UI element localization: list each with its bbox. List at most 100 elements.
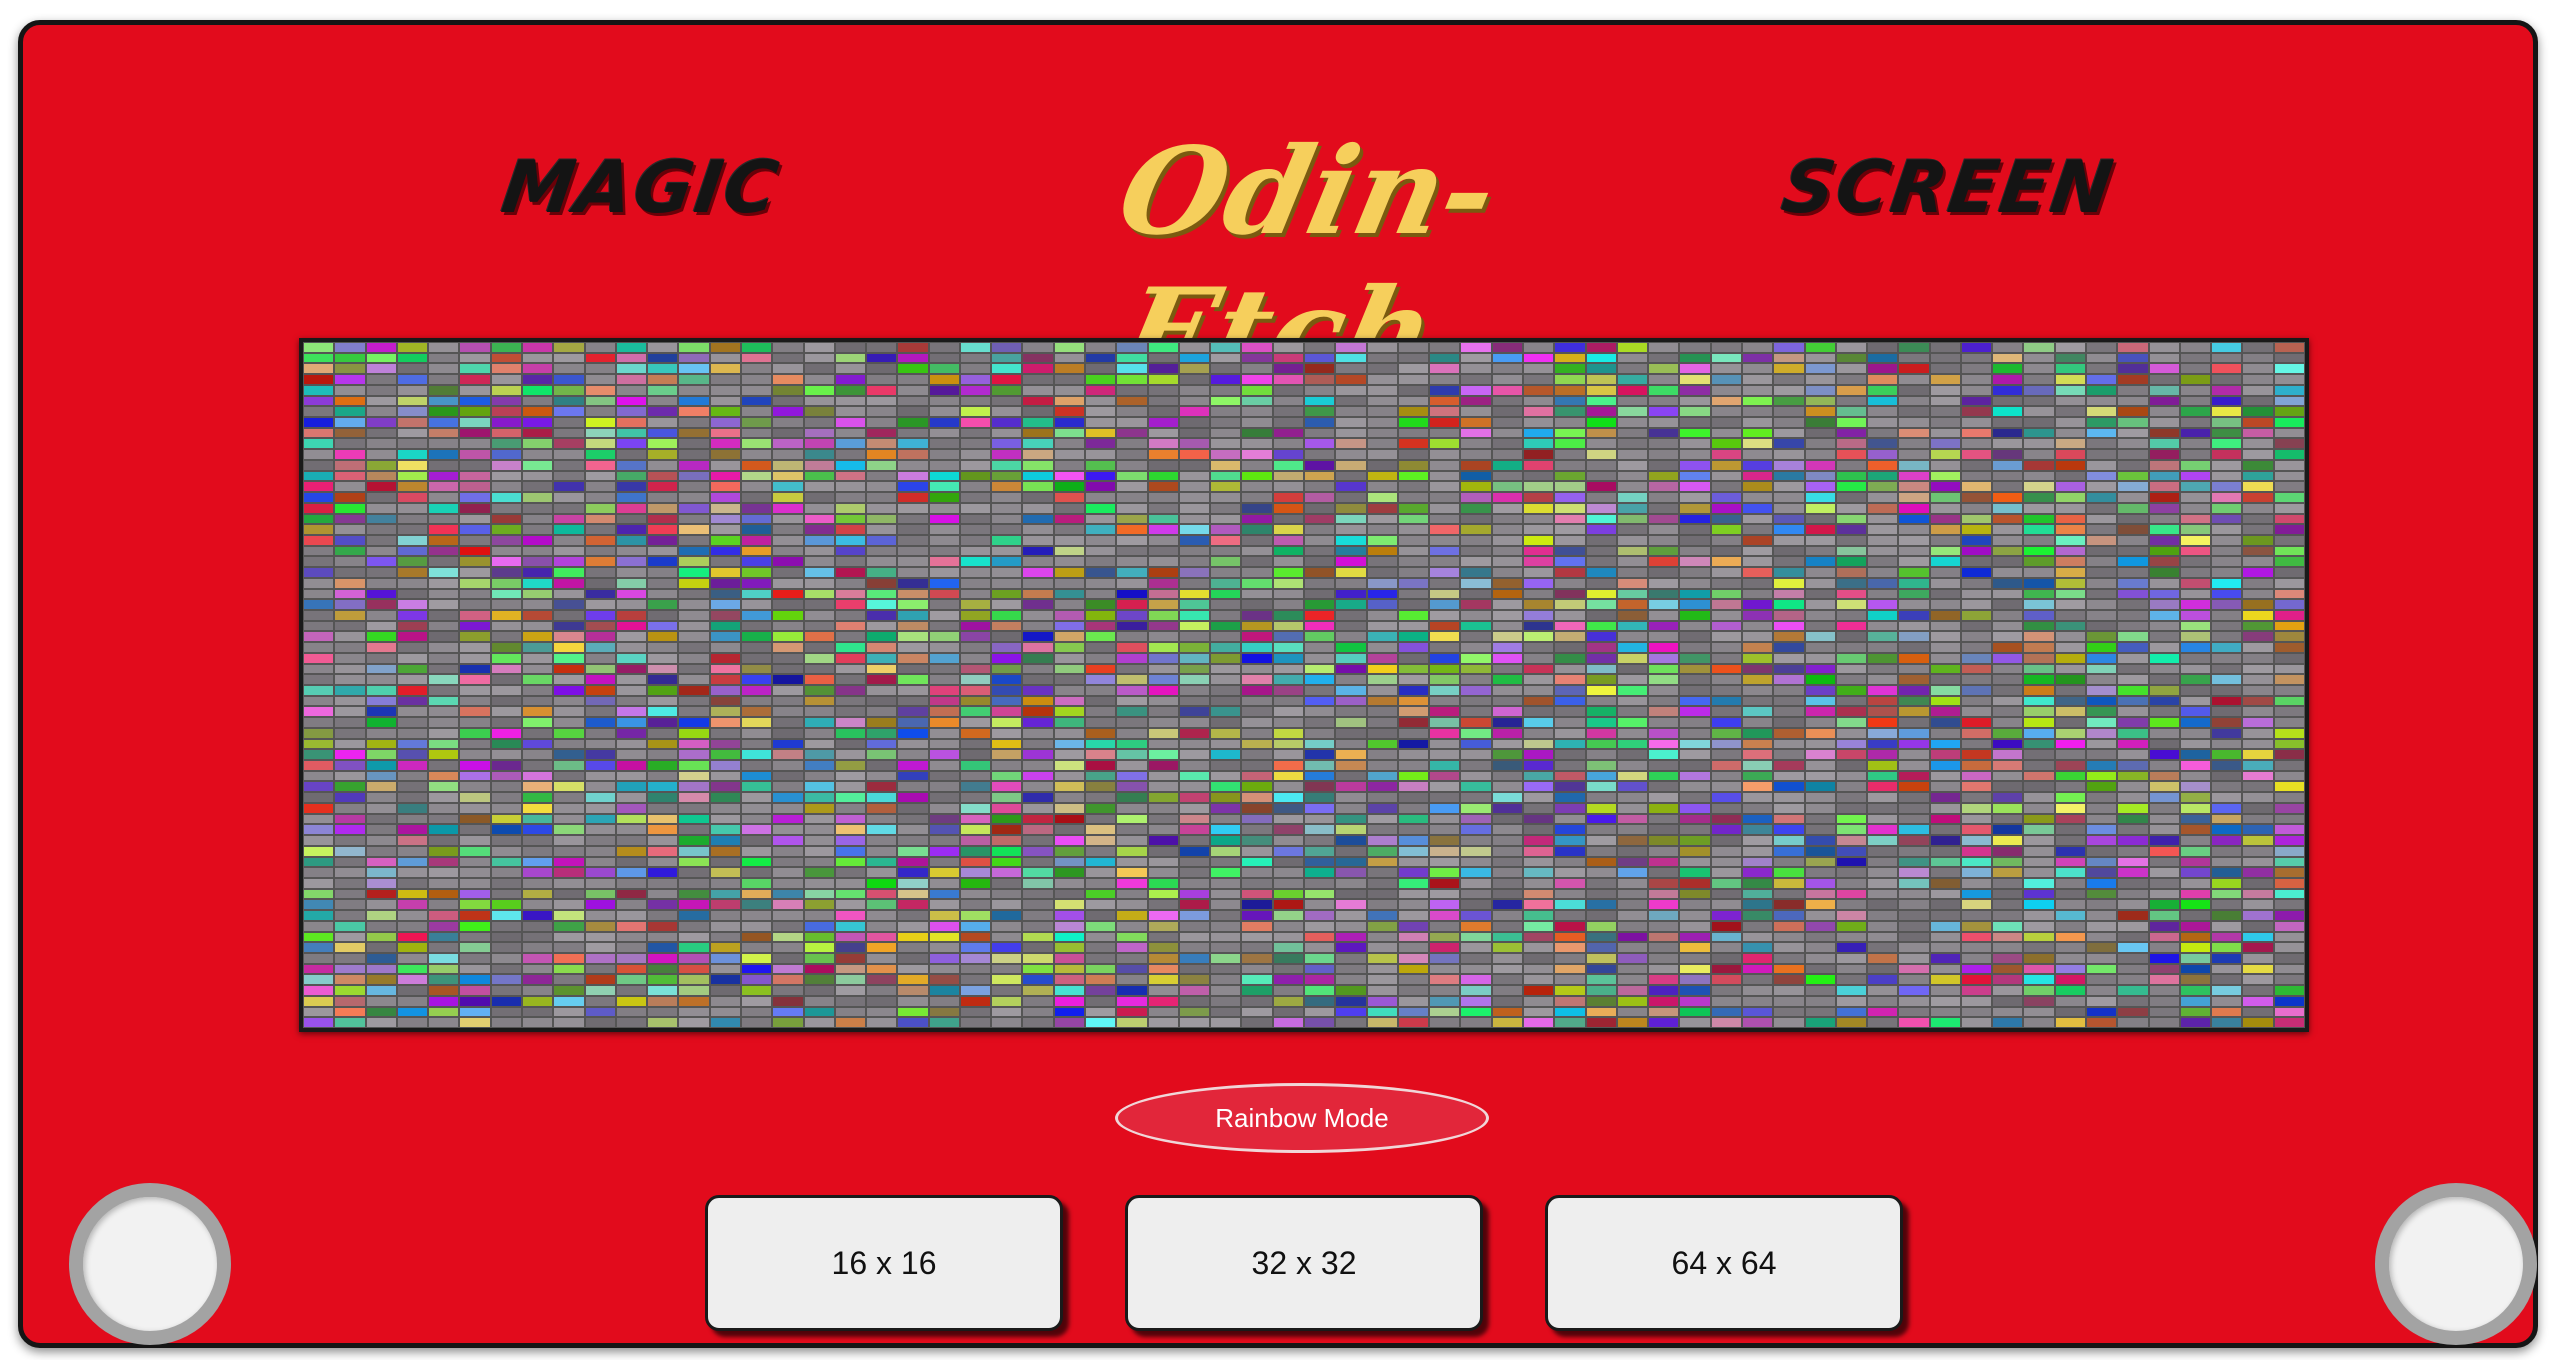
grid-cell[interactable] <box>365 427 397 439</box>
grid-cell[interactable] <box>1210 802 1242 814</box>
grid-cell[interactable] <box>2054 760 2087 771</box>
grid-cell[interactable] <box>334 492 366 503</box>
grid-cell[interactable] <box>1648 942 1680 953</box>
grid-cell[interactable] <box>1741 717 1774 728</box>
grid-cell[interactable] <box>459 802 491 814</box>
grid-cell[interactable] <box>647 770 679 782</box>
grid-cell[interactable] <box>1397 363 1430 375</box>
grid-cell[interactable] <box>1116 856 1148 868</box>
grid-cell[interactable] <box>834 513 867 525</box>
grid-cell[interactable] <box>1491 824 1523 836</box>
grid-cell[interactable] <box>1147 502 1179 514</box>
grid-cell[interactable] <box>1898 663 1930 675</box>
grid-cell[interactable] <box>1304 749 1336 761</box>
grid-cell[interactable] <box>2086 985 2118 996</box>
grid-cell[interactable] <box>1210 374 1242 385</box>
grid-cell[interactable] <box>1335 931 1367 943</box>
grid-cell[interactable] <box>1522 395 1555 407</box>
grid-cell[interactable] <box>459 427 491 439</box>
grid-cell[interactable] <box>1366 502 1398 514</box>
grid-cell[interactable] <box>1366 749 1398 761</box>
grid-cell[interactable] <box>490 663 522 675</box>
grid-cell[interactable] <box>678 470 710 482</box>
grid-cell[interactable] <box>2023 963 2055 975</box>
grid-cell[interactable] <box>615 620 648 632</box>
grid-cell[interactable] <box>334 985 366 996</box>
grid-cell[interactable] <box>678 449 710 460</box>
grid-cell[interactable] <box>834 449 867 460</box>
grid-cell[interactable] <box>1491 652 1523 664</box>
grid-cell[interactable] <box>365 942 397 953</box>
grid-cell[interactable] <box>1335 781 1367 793</box>
grid-cell[interactable] <box>1773 727 1805 739</box>
grid-cell[interactable] <box>2242 631 2274 643</box>
grid-cell[interactable] <box>365 502 397 514</box>
grid-cell[interactable] <box>1679 438 1711 450</box>
grid-cell[interactable] <box>1335 567 1367 578</box>
grid-cell[interactable] <box>1992 652 2024 664</box>
grid-cell[interactable] <box>803 609 835 621</box>
grid-cell[interactable] <box>1867 835 1899 846</box>
grid-cell[interactable] <box>1679 524 1711 535</box>
grid-cell[interactable] <box>1585 706 1617 718</box>
grid-cell[interactable] <box>1429 631 1461 643</box>
grid-cell[interactable] <box>584 845 616 857</box>
grid-cell[interactable] <box>2023 910 2055 921</box>
grid-cell[interactable] <box>303 492 335 503</box>
grid-cell[interactable] <box>1241 727 1273 739</box>
grid-cell[interactable] <box>1741 374 1774 385</box>
grid-cell[interactable] <box>1773 749 1805 761</box>
grid-cell[interactable] <box>897 609 929 621</box>
grid-cell[interactable] <box>740 342 773 353</box>
grid-cell[interactable] <box>1335 877 1367 889</box>
grid-cell[interactable] <box>303 642 335 653</box>
grid-cell[interactable] <box>365 824 397 836</box>
grid-cell[interactable] <box>1460 1006 1492 1018</box>
grid-cell[interactable] <box>866 567 898 578</box>
grid-cell[interactable] <box>1741 931 1774 943</box>
grid-cell[interactable] <box>553 835 585 846</box>
grid-cell[interactable] <box>1960 781 1993 793</box>
grid-cell[interactable] <box>834 845 867 857</box>
grid-cell[interactable] <box>1616 781 1649 793</box>
grid-cell[interactable] <box>928 459 960 471</box>
grid-cell[interactable] <box>2148 384 2180 396</box>
grid-cell[interactable] <box>1178 674 1211 685</box>
grid-cell[interactable] <box>1867 985 1899 996</box>
grid-cell[interactable] <box>459 642 491 653</box>
grid-cell[interactable] <box>2054 717 2087 728</box>
grid-cell[interactable] <box>1053 631 1086 643</box>
grid-cell[interactable] <box>2148 631 2180 643</box>
grid-cell[interactable] <box>1522 770 1555 782</box>
grid-cell[interactable] <box>1272 620 1304 632</box>
grid-cell[interactable] <box>1554 524 1586 535</box>
grid-cell[interactable] <box>897 717 929 728</box>
grid-cell[interactable] <box>1147 599 1179 610</box>
grid-cell[interactable] <box>1053 695 1086 707</box>
grid-cell[interactable] <box>1272 545 1304 557</box>
grid-cell[interactable] <box>334 374 366 385</box>
grid-cell[interactable] <box>1178 384 1211 396</box>
grid-cell[interactable] <box>2023 577 2055 589</box>
grid-cell[interactable] <box>2179 931 2212 943</box>
grid-cell[interactable] <box>740 513 773 525</box>
grid-cell[interactable] <box>678 835 710 846</box>
grid-cell[interactable] <box>678 481 710 493</box>
grid-cell[interactable] <box>365 631 397 643</box>
grid-cell[interactable] <box>1835 899 1868 911</box>
grid-cell[interactable] <box>2086 642 2118 653</box>
grid-cell[interactable] <box>1867 952 1899 964</box>
grid-cell[interactable] <box>834 727 867 739</box>
grid-cell[interactable] <box>897 877 929 889</box>
grid-cell[interactable] <box>1992 631 2024 643</box>
grid-cell[interactable] <box>584 438 616 450</box>
grid-cell[interactable] <box>2023 899 2055 911</box>
grid-cell[interactable] <box>1648 813 1680 825</box>
grid-cell[interactable] <box>365 931 397 943</box>
grid-cell[interactable] <box>1554 556 1586 568</box>
grid-cell[interactable] <box>1085 781 1117 793</box>
grid-cell[interactable] <box>521 459 554 471</box>
grid-cell[interactable] <box>1710 899 1742 911</box>
grid-cell[interactable] <box>1178 545 1211 557</box>
grid-cell[interactable] <box>334 760 366 771</box>
